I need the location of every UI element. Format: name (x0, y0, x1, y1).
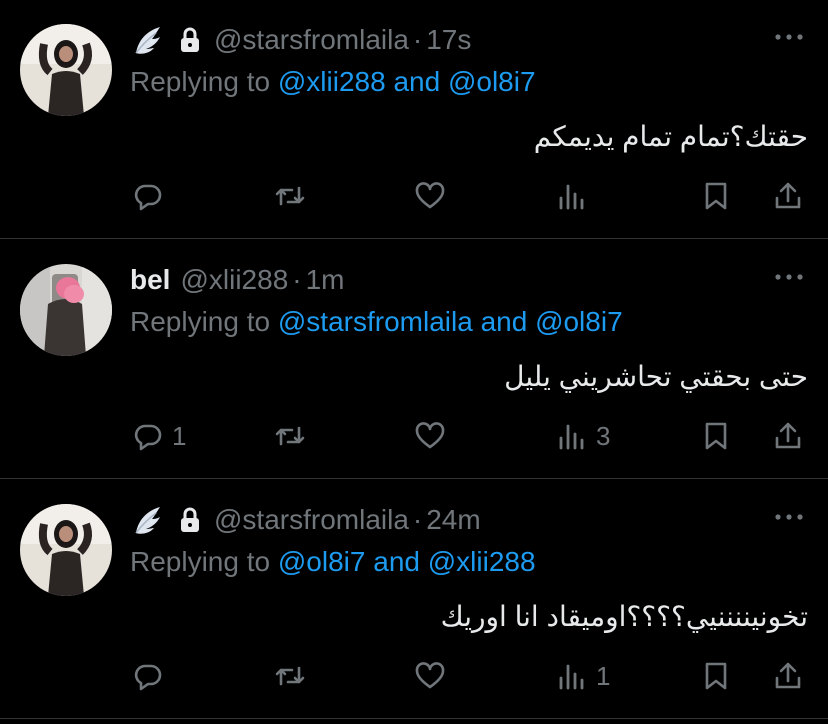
reply-mention-1[interactable]: @starsfromlaila (278, 306, 473, 337)
like-button[interactable] (414, 176, 446, 216)
tweet-3[interactable]: @starsfromlaila · 24m Replying to @ol8i7… (0, 480, 828, 718)
separator: · (292, 264, 302, 295)
tweet-header: @starsfromlaila · 24m (130, 498, 481, 542)
tweet-header: @starsfromlaila · 17s (130, 18, 471, 62)
avatar[interactable] (20, 24, 112, 116)
views-icon (559, 664, 584, 690)
divider (0, 718, 828, 719)
like-icon (415, 182, 445, 209)
tweet-header: bel @xlii288 · 1m (130, 258, 345, 302)
retweet-icon (275, 666, 305, 686)
retweet-button[interactable] (274, 176, 306, 216)
bookmark-icon (705, 422, 727, 450)
wing-icon (130, 503, 164, 537)
reply-icon (134, 424, 162, 451)
timestamp[interactable]: 24m (426, 504, 480, 536)
reply-mention-1[interactable]: @xlii288 (278, 66, 386, 97)
retweet-icon (275, 426, 305, 446)
more-icon[interactable] (774, 22, 804, 52)
views-icon (559, 424, 584, 450)
bookmark-button[interactable] (700, 416, 732, 456)
separator: · (412, 504, 423, 535)
action-bar: 1 (130, 656, 808, 696)
views-button[interactable]: 1 (556, 656, 610, 696)
share-button[interactable] (772, 416, 804, 456)
views-button[interactable] (556, 176, 596, 216)
reply-button[interactable]: 1 (132, 416, 186, 456)
separator: · (412, 24, 423, 55)
like-button[interactable] (414, 416, 446, 456)
timestamp[interactable]: 1m (306, 264, 345, 296)
retweet-button[interactable] (274, 656, 306, 696)
handle[interactable]: @starsfromlaila (214, 24, 409, 56)
reply-count: 1 (172, 420, 187, 451)
handle[interactable]: @starsfromlaila (214, 504, 409, 536)
bookmark-icon (705, 662, 727, 690)
share-icon (775, 662, 801, 689)
views-button[interactable]: 3 (556, 416, 610, 456)
replying-to: Replying to @ol8i7 and @xlii288 (130, 546, 536, 578)
timestamp[interactable]: 17s (426, 24, 471, 56)
reply-button[interactable] (132, 176, 172, 216)
like-icon (415, 422, 445, 449)
views-count: 3 (596, 420, 611, 451)
bookmark-icon (705, 182, 727, 210)
divider (0, 478, 828, 479)
reply-and: and (393, 66, 441, 97)
more-icon[interactable] (774, 502, 804, 532)
share-button[interactable] (772, 176, 804, 216)
replying-to: Replying to @starsfromlaila and @ol8i7 (130, 306, 623, 338)
reply-and: and (480, 306, 528, 337)
handle[interactable]: @xlii288 (180, 264, 288, 296)
display-name[interactable]: bel (130, 264, 170, 296)
like-button[interactable] (414, 656, 446, 696)
like-icon (415, 662, 445, 689)
reply-and: and (373, 546, 420, 577)
action-bar: 1 3 (130, 416, 808, 456)
tweet-1[interactable]: @starsfromlaila · 17s Replying to @xlii2… (0, 0, 828, 238)
reply-mention-1[interactable]: @ol8i7 (278, 546, 366, 577)
divider (0, 238, 828, 239)
reply-mention-2[interactable]: @ol8i7 (535, 306, 623, 337)
share-button[interactable] (772, 656, 804, 696)
wing-icon (130, 23, 164, 57)
replying-prefix: Replying to (130, 306, 271, 337)
replying-prefix: Replying to (130, 546, 271, 577)
more-icon[interactable] (774, 262, 804, 292)
lock-icon (178, 507, 202, 533)
action-bar (130, 176, 808, 216)
views-count: 1 (596, 660, 611, 691)
tweet-text: تخونيننننيي؟؟؟؟اوميقاد انا اوريك (440, 601, 808, 632)
retweet-button[interactable] (274, 416, 306, 456)
share-icon (775, 182, 801, 209)
lock-icon (178, 27, 202, 53)
tweet-text: حتى بحقتي تحاشريني يليل (504, 361, 808, 392)
avatar[interactable] (20, 504, 112, 596)
tweet-text: حقتك؟تمام تمام يديمكم (533, 121, 808, 152)
avatar[interactable] (20, 264, 112, 356)
share-icon (775, 422, 801, 449)
bookmark-button[interactable] (700, 176, 732, 216)
reply-mention-2[interactable]: @xlii288 (428, 546, 536, 577)
reply-button[interactable] (132, 656, 172, 696)
replying-to: Replying to @xlii288 and @ol8i7 (130, 66, 536, 98)
reply-icon (134, 664, 162, 691)
reply-mention-2[interactable]: @ol8i7 (448, 66, 536, 97)
tweet-2[interactable]: bel @xlii288 · 1m Replying to @starsfrom… (0, 240, 828, 478)
retweet-icon (275, 186, 305, 206)
bookmark-button[interactable] (700, 656, 732, 696)
views-icon (559, 184, 584, 210)
reply-icon (134, 184, 162, 211)
replying-prefix: Replying to (130, 66, 271, 97)
